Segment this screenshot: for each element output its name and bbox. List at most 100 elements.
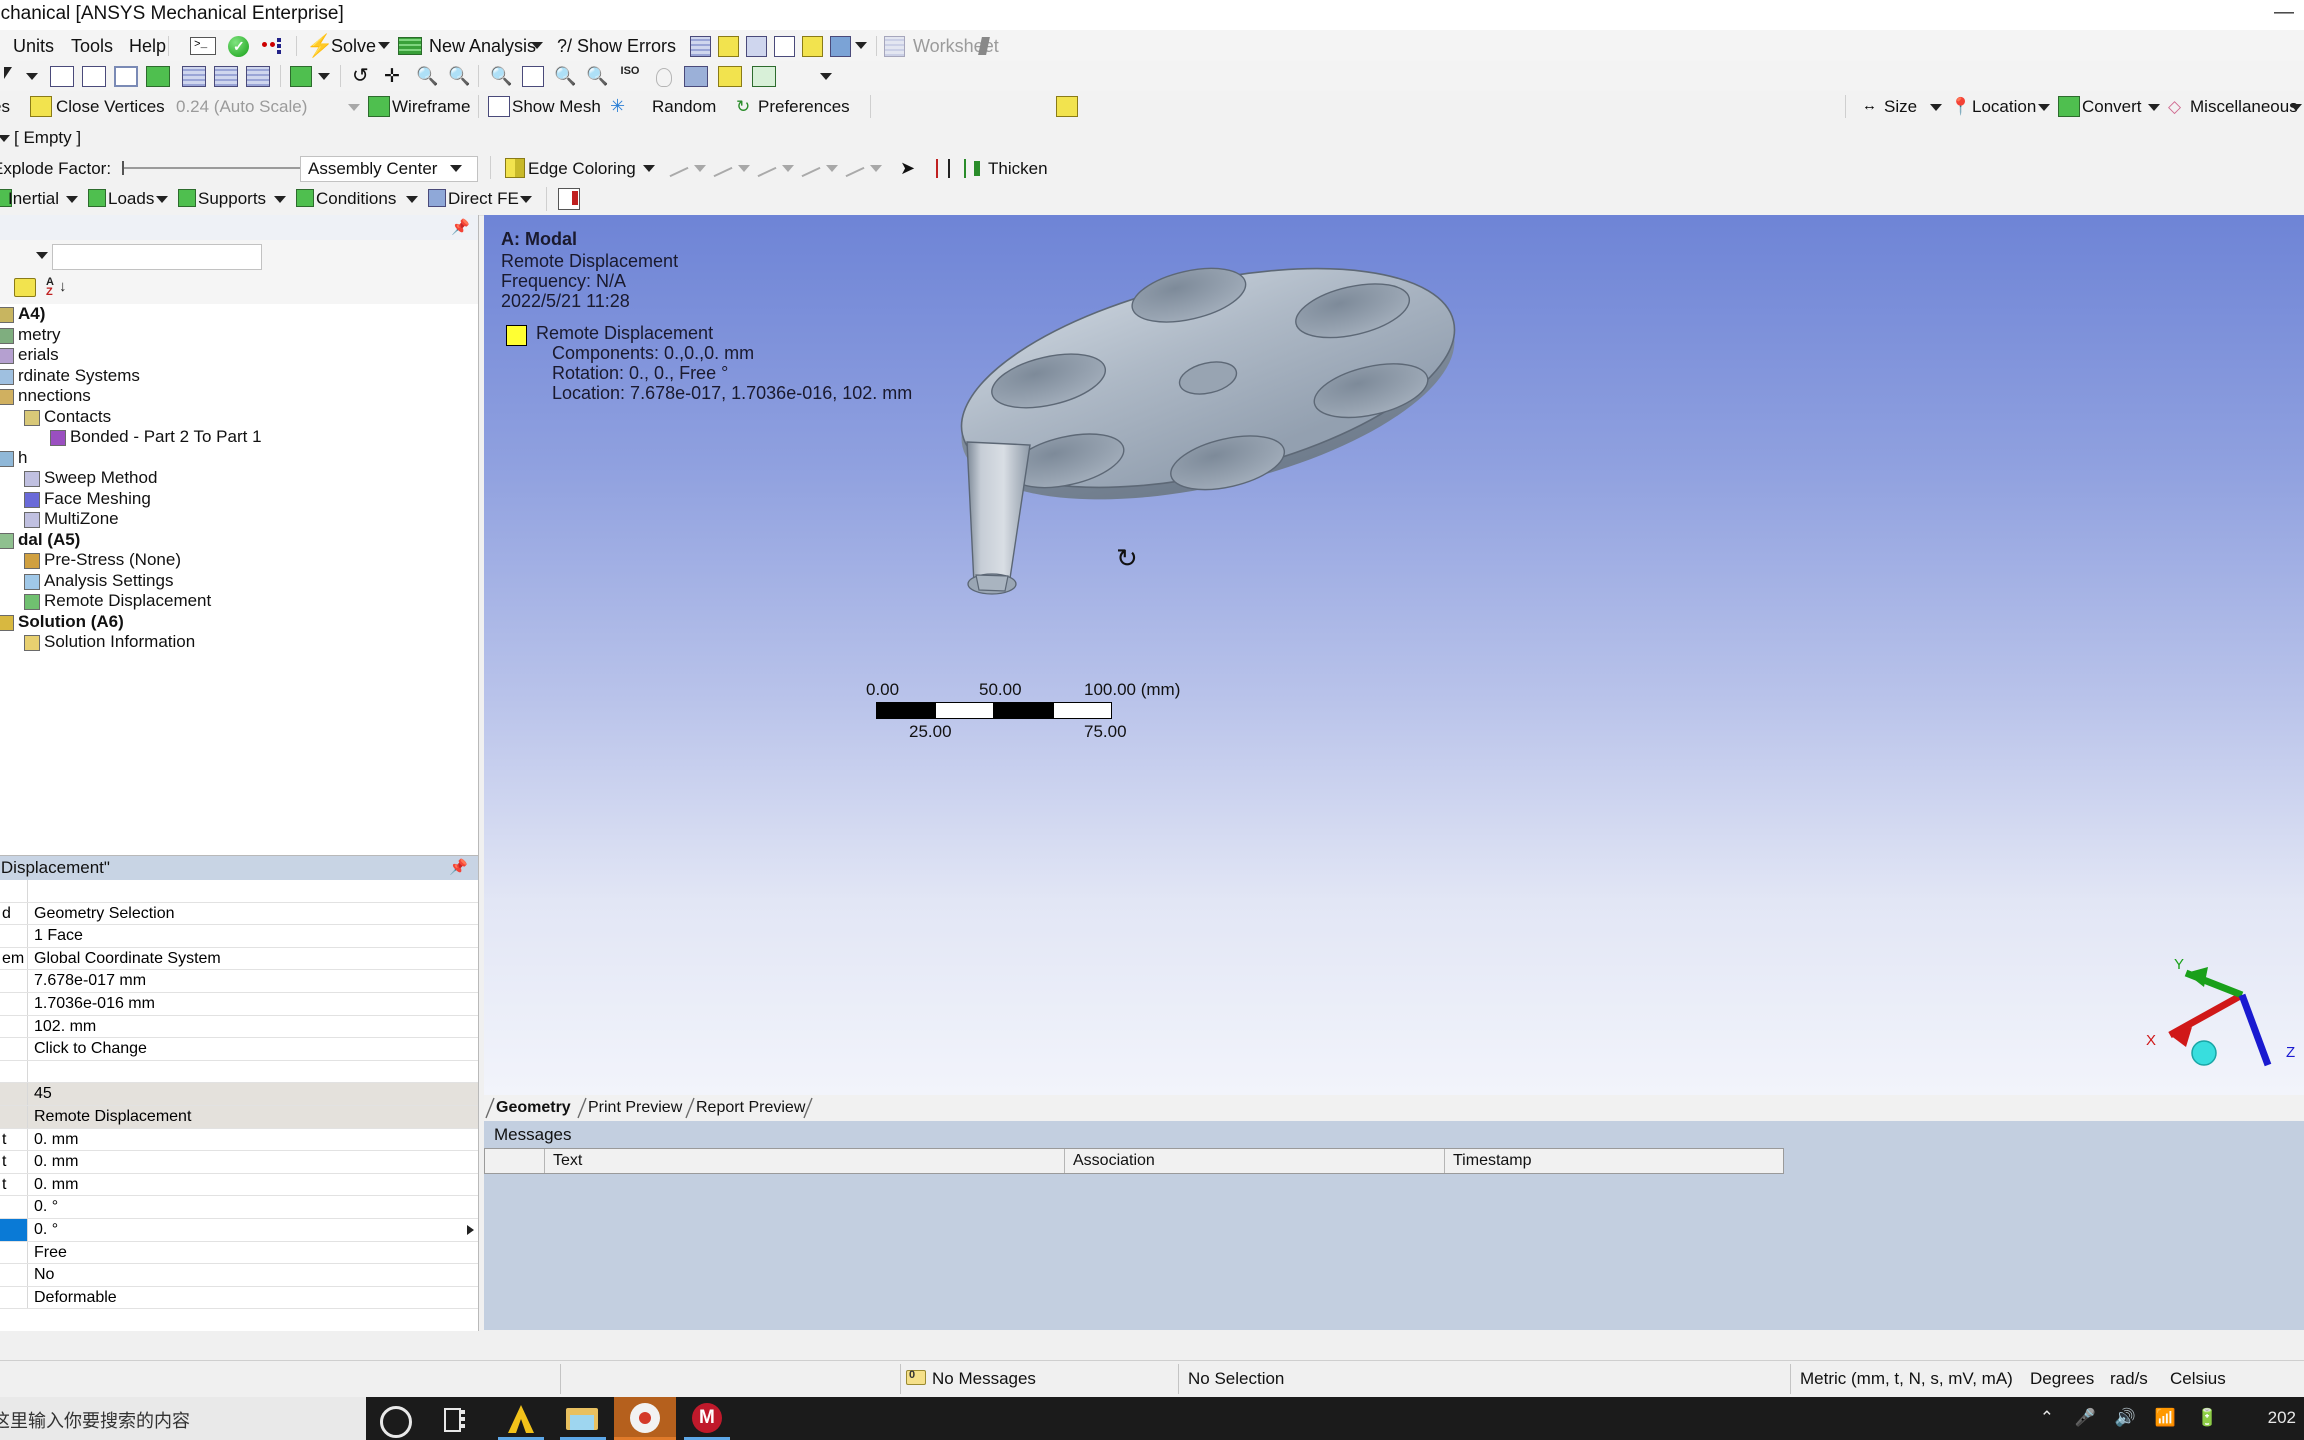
show-mesh-button[interactable]: Show Mesh — [512, 97, 601, 117]
view-cube-icon[interactable] — [684, 66, 708, 87]
close-vertices-icon[interactable] — [30, 96, 52, 117]
edge-k-icon[interactable] — [844, 159, 866, 178]
miscellaneous-button[interactable]: Miscellaneous — [2190, 97, 2298, 117]
outline-pin-icon[interactable]: 📌 — [451, 218, 470, 236]
taskbar-app-cortana[interactable] — [366, 1397, 428, 1440]
edge-0-icon[interactable] — [668, 159, 690, 178]
explode-factor-slider-handle[interactable] — [122, 161, 124, 175]
loads-button[interactable]: Loads — [108, 189, 154, 209]
convert-icon[interactable] — [2058, 96, 2080, 117]
details-row-value[interactable]: 102. mm — [28, 1016, 478, 1038]
box-select-edge-icon[interactable] — [214, 66, 238, 87]
zoom-to-fit-icon[interactable]: 🔍 — [490, 66, 512, 87]
extend-selection-icon[interactable] — [290, 66, 312, 87]
details-row[interactable]: Free — [0, 1241, 478, 1265]
location-caret-icon[interactable] — [2038, 104, 2050, 111]
assembly-center-caret-icon[interactable] — [450, 165, 462, 172]
mesh-grid-icon[interactable] — [690, 36, 711, 57]
show-errors-button[interactable]: ?/ Show Errors — [552, 35, 681, 58]
solve-dropdown-caret-icon[interactable] — [378, 42, 390, 49]
details-row[interactable]: t 0. mm — [0, 1128, 478, 1152]
messages-col-text[interactable]: Text — [545, 1149, 1065, 1173]
edge-direction-icon[interactable] — [936, 159, 952, 178]
auto-scale-caret-icon[interactable] — [348, 104, 360, 111]
details-row[interactable] — [0, 1060, 478, 1084]
thicken-button[interactable]: Thicken — [988, 159, 1048, 179]
inertial-caret-icon[interactable] — [66, 196, 78, 203]
image-icon[interactable] — [830, 36, 851, 57]
inertial-button[interactable]: Inertial — [8, 189, 59, 209]
view-dropdown-caret-icon[interactable] — [820, 73, 832, 80]
coordinate-triad[interactable]: Y X Z — [2124, 927, 2304, 1077]
loads-caret-icon[interactable] — [156, 196, 168, 203]
network-icon[interactable]: 📶 — [2155, 1408, 2176, 1428]
edge-coloring-button[interactable]: Edge Coloring — [528, 159, 636, 179]
cursor-select-icon[interactable] — [2, 67, 20, 85]
messages-col-icon[interactable] — [485, 1149, 545, 1173]
random-colors-icon[interactable]: ✳ — [610, 96, 632, 117]
details-row-value[interactable]: 0. mm — [28, 1151, 478, 1173]
taskbar-app-explorer[interactable] — [552, 1397, 614, 1440]
select-vertex-icon[interactable] — [50, 66, 74, 87]
edge-3-caret-icon[interactable] — [826, 165, 838, 172]
rotate-icon[interactable]: ↺ — [352, 66, 374, 87]
location-button[interactable]: Location — [1972, 97, 2036, 117]
table-icon[interactable] — [774, 36, 795, 57]
sort-az-icon[interactable]: A Z ↓ — [46, 276, 68, 299]
miscellaneous-icon[interactable]: ◇ — [2168, 96, 2188, 117]
size-button[interactable]: Size — [1884, 97, 1917, 117]
details-row[interactable]: 1.7036e-016 mm — [0, 992, 478, 1016]
environment-worksheet-icon[interactable] — [558, 188, 580, 210]
text-annotation-icon[interactable] — [802, 36, 823, 57]
details-row[interactable]: em Global Coordinate System — [0, 947, 478, 971]
details-row-value[interactable]: 0. ° — [28, 1218, 478, 1241]
taskbar-app-mendeley[interactable]: M — [676, 1397, 738, 1440]
edge-coloring-caret-icon[interactable] — [643, 165, 655, 172]
menu-item-help[interactable]: Help — [124, 35, 171, 58]
edge-coloring-icon[interactable] — [505, 158, 525, 178]
conditions-caret-icon[interactable] — [406, 196, 418, 203]
filter-input[interactable] — [52, 244, 262, 270]
tab-geometry[interactable]: Geometry — [496, 1097, 571, 1119]
supports-button[interactable]: Supports — [198, 189, 266, 209]
green-check-icon[interactable]: ✓ — [228, 36, 249, 57]
random-button[interactable]: Random — [652, 97, 716, 117]
details-row-expand-caret-icon[interactable] — [467, 1224, 474, 1235]
status-rotational-unit[interactable]: rad/s — [2110, 1365, 2148, 1393]
select-body-icon[interactable] — [146, 66, 170, 87]
chevron-up-icon[interactable]: ⌃ — [2040, 1408, 2054, 1428]
details-row-value[interactable]: Geometry Selection — [28, 903, 478, 925]
edge-3-icon[interactable] — [800, 159, 822, 178]
show-mesh-icon[interactable] — [488, 96, 510, 117]
details-row-value[interactable]: Click to Change — [28, 1038, 478, 1060]
details-row[interactable] — [0, 880, 478, 903]
conditions-icon[interactable] — [296, 189, 314, 207]
taskbar-app-taskview[interactable] — [428, 1397, 490, 1440]
details-row[interactable]: d Geometry Selection — [0, 902, 478, 926]
extend-selection-caret-icon[interactable] — [318, 73, 330, 80]
zoom-icon[interactable]: 🔍 — [416, 66, 438, 87]
edge-1-icon[interactable] — [712, 159, 734, 178]
box-select-face-icon[interactable] — [246, 66, 270, 87]
cursor-select-caret-icon[interactable] — [26, 73, 38, 80]
convert-button[interactable]: Convert — [2082, 97, 2142, 117]
messages-col-timestamp[interactable]: Timestamp — [1445, 1149, 1783, 1173]
box-zoom-icon[interactable] — [522, 66, 544, 87]
details-row[interactable]: 7.678e-017 mm — [0, 970, 478, 993]
details-row-value[interactable]: Deformable — [28, 1287, 478, 1309]
filter-type-caret-icon[interactable] — [36, 252, 48, 259]
location-pin-icon[interactable]: 📍 — [1950, 96, 1971, 117]
direct-fe-caret-icon[interactable] — [520, 196, 532, 203]
console-icon[interactable]: >_ — [190, 37, 216, 55]
details-row-value[interactable]: 0. mm — [28, 1174, 478, 1196]
details-row[interactable]: t 0. mm — [0, 1173, 478, 1197]
details-row[interactable]: 1 Face — [0, 925, 478, 948]
folder-icon[interactable] — [14, 278, 36, 297]
status-temperature-unit[interactable]: Celsius — [2170, 1365, 2226, 1393]
image-dropdown-caret-icon[interactable] — [855, 42, 867, 49]
messages-col-association[interactable]: Association — [1065, 1149, 1445, 1173]
status-angle-unit[interactable]: Degrees — [2030, 1365, 2094, 1393]
status-messages[interactable]: No Messages — [932, 1365, 1036, 1393]
details-row[interactable]: Click to Change — [0, 1038, 478, 1061]
new-analysis-icon[interactable] — [398, 37, 422, 55]
